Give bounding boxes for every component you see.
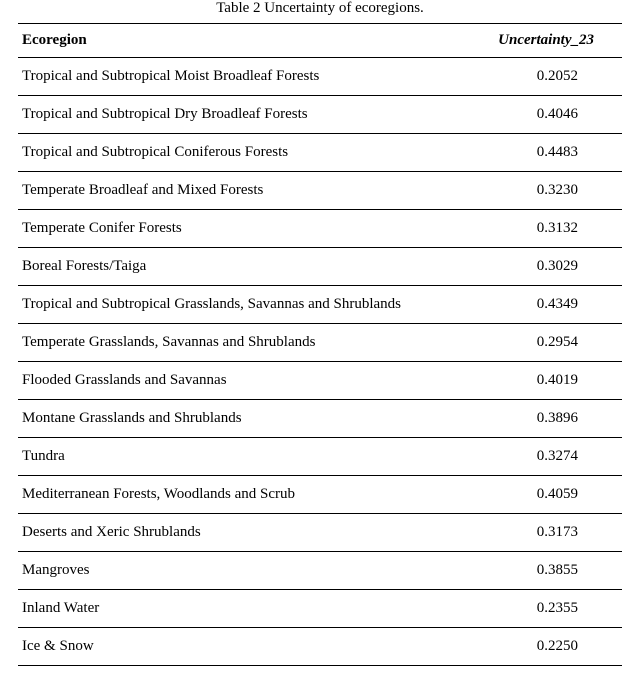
ecoregion-name: Inland Water (18, 590, 473, 628)
table-row: Ice & Snow 0.2250 (18, 628, 622, 666)
table-row: Tropical and Subtropical Dry Broadleaf F… (18, 96, 622, 134)
ecoregion-name: Temperate Broadleaf and Mixed Forests (18, 172, 473, 210)
table-row: Deserts and Xeric Shrublands 0.3173 (18, 514, 622, 552)
table-row: Tundra 0.3274 (18, 438, 622, 476)
ecoregion-name: Flooded Grasslands and Savannas (18, 362, 473, 400)
table-row: Temperate Broadleaf and Mixed Forests 0.… (18, 172, 622, 210)
table-row: Boreal Forests/Taiga 0.3029 (18, 248, 622, 286)
ecoregion-uncertainty-table: Ecoregion Uncertainty_23 Tropical and Su… (18, 23, 622, 666)
table-row: Tropical and Subtropical Moist Broadleaf… (18, 58, 622, 96)
uncertainty-value: 0.4483 (473, 134, 622, 172)
uncertainty-value: 0.3896 (473, 400, 622, 438)
table-caption: Table 2 Uncertainty of ecoregions. (18, 0, 622, 23)
uncertainty-value: 0.2355 (473, 590, 622, 628)
table-row: Tropical and Subtropical Grasslands, Sav… (18, 286, 622, 324)
uncertainty-value: 0.3132 (473, 210, 622, 248)
ecoregion-name: Temperate Conifer Forests (18, 210, 473, 248)
uncertainty-value: 0.3029 (473, 248, 622, 286)
table-row: Tropical and Subtropical Coniferous Fore… (18, 134, 622, 172)
table-row: Flooded Grasslands and Savannas 0.4019 (18, 362, 622, 400)
uncertainty-value: 0.4019 (473, 362, 622, 400)
ecoregion-name: Mangroves (18, 552, 473, 590)
uncertainty-value: 0.3173 (473, 514, 622, 552)
header-uncertainty: Uncertainty_23 (473, 24, 622, 58)
table-row: Montane Grasslands and Shrublands 0.3896 (18, 400, 622, 438)
uncertainty-value: 0.4046 (473, 96, 622, 134)
uncertainty-value: 0.2052 (473, 58, 622, 96)
table-header-row: Ecoregion Uncertainty_23 (18, 24, 622, 58)
ecoregion-name: Boreal Forests/Taiga (18, 248, 473, 286)
ecoregion-name: Tropical and Subtropical Coniferous Fore… (18, 134, 473, 172)
uncertainty-value: 0.2954 (473, 324, 622, 362)
ecoregion-name: Tundra (18, 438, 473, 476)
ecoregion-name: Montane Grasslands and Shrublands (18, 400, 473, 438)
table-row: Inland Water 0.2355 (18, 590, 622, 628)
ecoregion-name: Temperate Grasslands, Savannas and Shrub… (18, 324, 473, 362)
table-row: Temperate Grasslands, Savannas and Shrub… (18, 324, 622, 362)
table-row: Mediterranean Forests, Woodlands and Scr… (18, 476, 622, 514)
table-row: Temperate Conifer Forests 0.3132 (18, 210, 622, 248)
uncertainty-value: 0.2250 (473, 628, 622, 666)
table-row: Mangroves 0.3855 (18, 552, 622, 590)
uncertainty-value: 0.3230 (473, 172, 622, 210)
ecoregion-name: Mediterranean Forests, Woodlands and Scr… (18, 476, 473, 514)
uncertainty-value: 0.3855 (473, 552, 622, 590)
ecoregion-name: Tropical and Subtropical Dry Broadleaf F… (18, 96, 473, 134)
uncertainty-value: 0.4059 (473, 476, 622, 514)
ecoregion-name: Tropical and Subtropical Grasslands, Sav… (18, 286, 473, 324)
ecoregion-name: Deserts and Xeric Shrublands (18, 514, 473, 552)
header-ecoregion: Ecoregion (18, 24, 473, 58)
uncertainty-value: 0.3274 (473, 438, 622, 476)
ecoregion-name: Tropical and Subtropical Moist Broadleaf… (18, 58, 473, 96)
uncertainty-value: 0.4349 (473, 286, 622, 324)
ecoregion-name: Ice & Snow (18, 628, 473, 666)
table-body: Tropical and Subtropical Moist Broadleaf… (18, 58, 622, 666)
